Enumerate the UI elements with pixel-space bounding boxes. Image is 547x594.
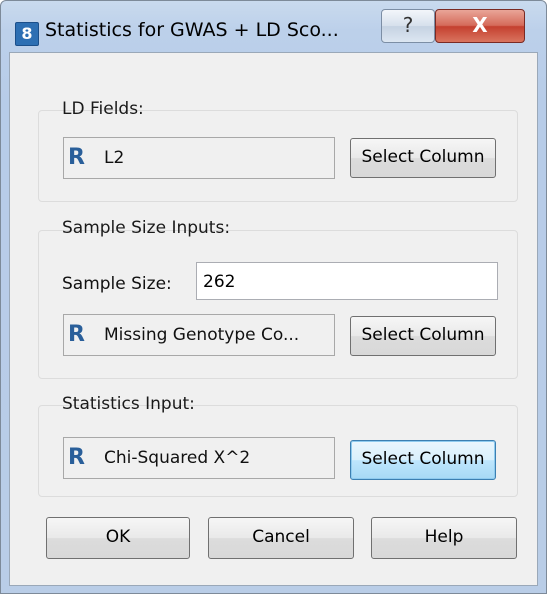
close-button[interactable]: X <box>435 9 525 43</box>
column-icon: R <box>68 445 85 470</box>
ld-fields-label: LD Fields: <box>62 99 144 119</box>
column-icon: R <box>68 145 85 170</box>
cancel-button[interactable]: Cancel <box>208 517 354 559</box>
sample-select-column-button[interactable]: Select Column <box>350 316 496 356</box>
missing-genotype-field-box: R Missing Genotype Co... <box>63 314 335 356</box>
help-title-button[interactable]: ? <box>381 9 435 43</box>
statistics-field-value: Chi-Squared X^2 <box>104 448 251 468</box>
statistics-input-label: Statistics Input: <box>62 394 195 414</box>
statistics-field-box: R Chi-Squared X^2 <box>63 437 335 479</box>
column-icon: R <box>68 322 85 347</box>
ld-select-column-button[interactable]: Select Column <box>350 138 496 178</box>
sample-size-inputs-label: Sample Size Inputs: <box>62 218 231 238</box>
app-icon: 8 <box>15 22 39 46</box>
question-icon: ? <box>402 13 414 37</box>
help-button[interactable]: Help <box>371 517 517 559</box>
ld-field-box: R L2 <box>63 137 335 179</box>
sample-size-group <box>38 230 518 379</box>
missing-genotype-field-value: Missing Genotype Co... <box>104 325 300 345</box>
ld-field-value: L2 <box>104 148 125 168</box>
statistics-select-column-button[interactable]: Select Column <box>350 440 496 480</box>
title-bar[interactable]: 8 Statistics for GWAS + LD Sco... ? X <box>1 1 546 46</box>
sample-size-label: Sample Size: <box>62 274 172 294</box>
window-title: Statistics for GWAS + LD Sco... <box>45 19 339 41</box>
sample-size-input[interactable]: 262 <box>196 262 498 300</box>
ok-button[interactable]: OK <box>46 517 190 559</box>
close-icon: X <box>472 13 488 37</box>
